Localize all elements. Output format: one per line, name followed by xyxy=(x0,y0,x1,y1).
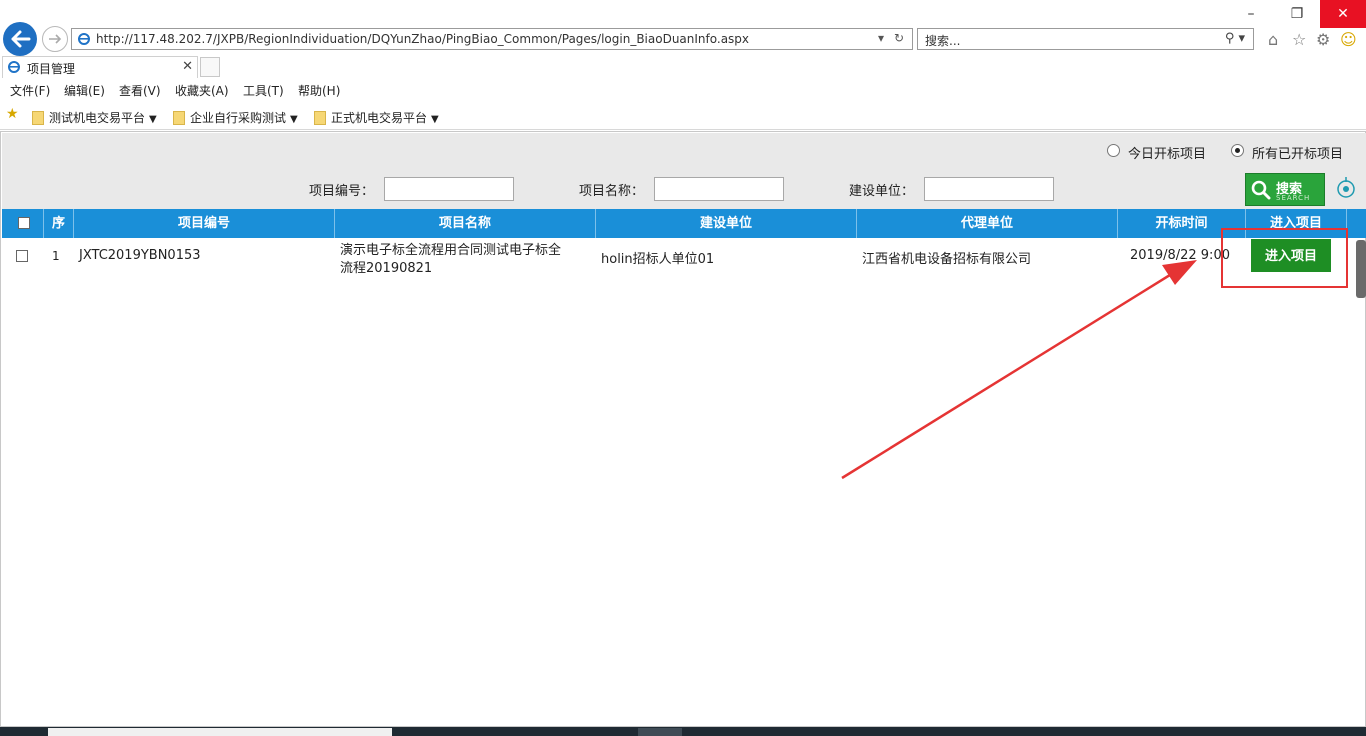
favorite-folder-3[interactable]: 正式机电交易平台 ▼ xyxy=(314,109,439,126)
project-no-input[interactable] xyxy=(384,177,514,201)
chevron-down-icon: ▼ xyxy=(431,114,439,125)
menu-bar: 文件(F) 编辑(E) 查看(V) 收藏夹(A) 工具(T) 帮助(H) xyxy=(0,78,1366,102)
search-button-sublabel: SEARCH xyxy=(1276,194,1311,202)
arrow-right-icon xyxy=(49,34,62,44)
header-project-name: 项目名称 xyxy=(335,209,596,238)
back-button[interactable] xyxy=(3,22,37,56)
smiley-icon[interactable]: ☺ xyxy=(1340,30,1357,49)
target-icon[interactable] xyxy=(1336,177,1356,199)
menu-edit[interactable]: 编辑(E) xyxy=(64,82,105,99)
row-checkbox[interactable] xyxy=(16,250,28,262)
close-button[interactable]: ✕ xyxy=(1320,0,1366,28)
search-placeholder: 搜索... xyxy=(925,34,961,48)
favorite-folder-1[interactable]: 测试机电交易平台 ▼ xyxy=(32,109,157,126)
restore-button[interactable]: ❐ xyxy=(1274,0,1320,28)
favorite-label: 正式机电交易平台 xyxy=(331,111,428,125)
radio-all-label[interactable]: 所有已开标项目 xyxy=(1252,143,1343,162)
annotation-highlight-box xyxy=(1221,228,1348,288)
taskbar xyxy=(0,727,1366,736)
menu-tools[interactable]: 工具(T) xyxy=(243,82,284,99)
table-header: 序 项目编号 项目名称 建设单位 代理单位 开标时间 进入项目 xyxy=(2,209,1366,238)
taskbar-search-field[interactable] xyxy=(48,728,392,736)
home-icon[interactable]: ⌂ xyxy=(1268,30,1278,49)
magnifier-icon xyxy=(1251,180,1271,200)
row-builder: holin招标人单位01 xyxy=(601,252,715,267)
header-agent: 代理单位 xyxy=(857,209,1118,238)
radio-filter-row: 今日开标项目 所有已开标项目 xyxy=(2,133,1366,169)
tab-project-management[interactable]: 项目管理 ✕ xyxy=(2,56,198,78)
taskbar-app-button[interactable] xyxy=(638,728,682,736)
new-tab-button[interactable] xyxy=(200,57,220,77)
close-tab-icon[interactable]: ✕ xyxy=(182,59,193,74)
browser-title-bar: http://117.48.202.7/JXPB/RegionIndividua… xyxy=(0,0,1366,56)
builder-input[interactable] xyxy=(924,177,1054,201)
address-dropdown-icon[interactable]: ▾ xyxy=(878,31,884,45)
favorite-folder-2[interactable]: 企业自行采购测试 ▼ xyxy=(173,109,298,126)
project-name-input[interactable] xyxy=(654,177,784,201)
gear-icon[interactable]: ⚙ xyxy=(1316,30,1330,49)
search-filter-row: 项目编号： 项目名称： 建设单位： 搜索 SEARCH xyxy=(2,169,1366,209)
forward-button[interactable] xyxy=(42,26,68,52)
row-project-name-line2: 流程20190821 xyxy=(340,261,433,276)
radio-today-label[interactable]: 今日开标项目 xyxy=(1128,143,1206,162)
chevron-down-icon: ▼ xyxy=(149,114,157,125)
scrollbar-thumb[interactable] xyxy=(1356,240,1366,298)
refresh-icon[interactable]: ↻ xyxy=(894,31,904,45)
page-content: 今日开标项目 所有已开标项目 项目编号： 项目名称： 建设单位： 搜索 SEAR… xyxy=(0,131,1366,727)
row-open-time: 2019/8/22 9:00 xyxy=(1130,248,1230,263)
favorites-star-icon[interactable]: ★ xyxy=(6,106,19,122)
folder-icon xyxy=(314,111,326,125)
builder-label: 建设单位： xyxy=(849,184,915,199)
tab-title: 项目管理 xyxy=(27,62,76,76)
search-icon[interactable]: ⚲ ▾ xyxy=(1225,31,1245,46)
menu-help[interactable]: 帮助(H) xyxy=(298,82,340,99)
tab-bar: 项目管理 ✕ xyxy=(0,56,1366,78)
ie-logo-icon xyxy=(8,61,20,73)
project-name-label: 项目名称： xyxy=(579,184,645,199)
address-url[interactable]: http://117.48.202.7/JXPB/RegionIndividua… xyxy=(96,32,749,46)
row-index: 1 xyxy=(52,249,60,263)
row-project-name-line1: 演示电子标全流程用合同测试电子标全 xyxy=(340,243,562,258)
row-project-no: JXTC2019YBN0153 xyxy=(79,248,201,263)
select-all-checkbox[interactable] xyxy=(18,217,30,229)
header-index: 序 xyxy=(44,209,74,238)
folder-icon xyxy=(32,111,44,125)
star-icon[interactable]: ☆ xyxy=(1292,30,1306,49)
header-builder: 建设单位 xyxy=(596,209,857,238)
project-no-label: 项目编号： xyxy=(309,184,375,199)
menu-favorites[interactable]: 收藏夹(A) xyxy=(175,82,229,99)
minimize-button[interactable]: – xyxy=(1228,0,1274,28)
menu-file[interactable]: 文件(F) xyxy=(10,82,50,99)
favorites-bar: ★ 测试机电交易平台 ▼ 企业自行采购测试 ▼ 正式机电交易平台 ▼ xyxy=(0,102,1366,130)
folder-icon xyxy=(173,111,185,125)
row-agent: 江西省机电设备招标有限公司 xyxy=(862,252,1032,267)
search-button[interactable]: 搜索 SEARCH xyxy=(1245,173,1325,206)
address-bar[interactable]: http://117.48.202.7/JXPB/RegionIndividua… xyxy=(71,28,913,50)
search-box[interactable]: 搜索... ⚲ ▾ xyxy=(917,28,1254,50)
favorite-label: 企业自行采购测试 xyxy=(190,111,287,125)
favorite-label: 测试机电交易平台 xyxy=(49,111,146,125)
chevron-down-icon: ▼ xyxy=(290,114,298,125)
radio-today[interactable] xyxy=(1107,144,1120,157)
header-select-all[interactable] xyxy=(2,209,44,238)
ie-logo-icon xyxy=(78,33,90,45)
arrow-left-icon xyxy=(11,30,31,48)
menu-view[interactable]: 查看(V) xyxy=(119,82,161,99)
radio-all[interactable] xyxy=(1231,144,1244,157)
header-project-no: 项目编号 xyxy=(74,209,335,238)
